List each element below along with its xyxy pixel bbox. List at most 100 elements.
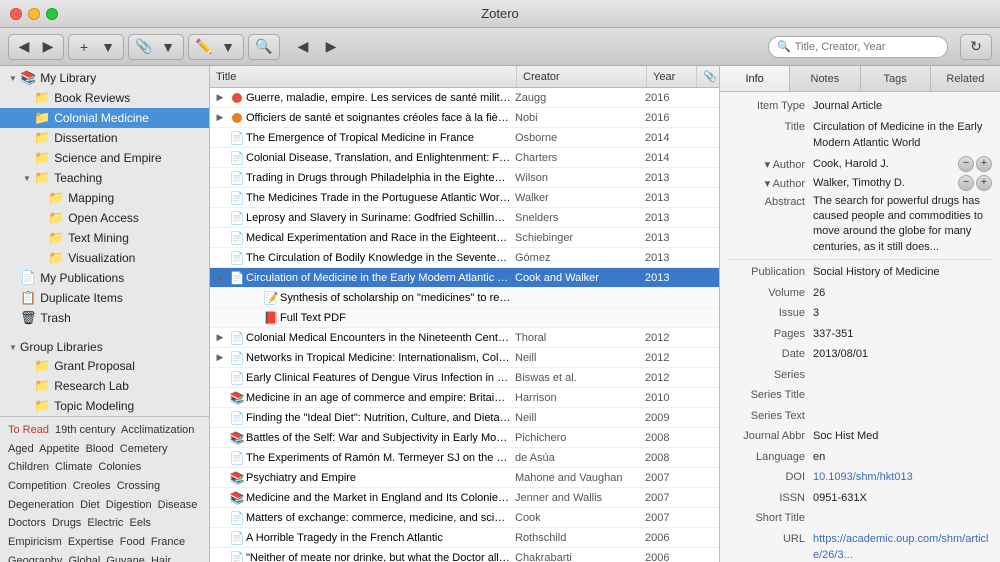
tag[interactable]: Drugs (52, 517, 81, 529)
author-remove-button[interactable]: − (958, 156, 974, 172)
title-value[interactable]: Circulation of Medicine in the Early Mod… (813, 119, 992, 152)
table-row[interactable]: 📄 Finding the "Ideal Diet": Nutrition, C… (210, 408, 719, 428)
sidebar-item-science-empire[interactable]: 📁 Science and Empire (0, 148, 209, 168)
col-header-creator[interactable]: Creator (517, 66, 647, 87)
tag[interactable]: Disease (158, 499, 198, 511)
abstract-value[interactable]: The search for powerful drugs has caused… (813, 194, 992, 256)
sidebar-item-mapping[interactable]: 📁 Mapping (0, 188, 209, 208)
table-row[interactable]: 📄 Medical Experimentation and Race in th… (210, 228, 719, 248)
doi-value[interactable]: 10.1093/shm/hkt013 (813, 469, 992, 486)
close-button[interactable] (10, 8, 22, 20)
table-row[interactable]: 📄 Matters of exchange: commerce, medicin… (210, 508, 719, 528)
sync-button[interactable]: ↻ (965, 36, 987, 58)
tag[interactable]: Acclimatization (121, 424, 194, 436)
sidebar-item-trash[interactable]: 🗑 Trash (0, 308, 209, 328)
expand-arrow[interactable]: ▶ (212, 352, 228, 363)
table-row[interactable]: 📄 "Neither of meate nor drinke, but what… (210, 548, 719, 562)
back-button[interactable]: ◀ (13, 36, 35, 58)
table-row[interactable]: 📚 Battles of the Self: War and Subjectiv… (210, 428, 719, 448)
table-row[interactable]: 📄 The Emergence of Tropical Medicine in … (210, 128, 719, 148)
tag[interactable]: Empiricism (8, 536, 62, 548)
search-box[interactable]: 🔍 (768, 36, 948, 58)
sidebar-item-colonial-medicine[interactable]: 📁 Colonial Medicine (0, 108, 209, 128)
add-attachment-button[interactable]: 📎 (133, 36, 155, 58)
tag[interactable]: Food (120, 536, 145, 548)
table-row[interactable]: 📄 The Medicines Trade in the Portuguese … (210, 188, 719, 208)
pages-value[interactable]: 337-351 (813, 326, 992, 343)
table-row[interactable]: ▶ Guerre, maladie, empire. Les services … (210, 88, 719, 108)
table-row[interactable]: 📄 Early Clinical Features of Dengue Viru… (210, 368, 719, 388)
sidebar-item-grant-proposal[interactable]: 📁 Grant Proposal (0, 356, 209, 376)
tag[interactable]: Global (69, 555, 101, 562)
expand-arrow[interactable]: ▶ (212, 112, 228, 123)
tag[interactable]: France (151, 536, 185, 548)
sidebar-item-my-library[interactable]: ▼ 📚 My Library (0, 68, 209, 88)
forward-button[interactable]: ▶ (37, 36, 59, 58)
tag[interactable]: Aged (8, 443, 34, 455)
volume-value[interactable]: 26 (813, 285, 992, 302)
author-remove-button[interactable]: − (958, 175, 974, 191)
publication-value[interactable]: Social History of Medicine (813, 264, 992, 281)
table-row-selected[interactable]: ▼ 📄 Circulation of Medicine in the Early… (210, 268, 719, 288)
tag[interactable]: Appetite (39, 443, 79, 455)
sidebar-group-libraries[interactable]: ▼ Group Libraries (0, 338, 209, 356)
sidebar-item-book-reviews[interactable]: 📁 Book Reviews (0, 88, 209, 108)
author-add-button[interactable]: + (976, 175, 992, 191)
tag[interactable]: 19th century (55, 424, 116, 436)
tag[interactable]: Creoles (73, 480, 111, 492)
new-item-dropdown[interactable]: ▼ (97, 36, 119, 58)
issue-value[interactable]: 3 (813, 305, 992, 322)
journal-abbr-value[interactable]: Soc Hist Med (813, 428, 992, 445)
tag[interactable]: Competition (8, 480, 67, 492)
table-row[interactable]: 📚 Psychiatry and Empire Mahone and Vaugh… (210, 468, 719, 488)
expand-arrow[interactable]: ▶ (212, 92, 228, 103)
table-row-child[interactable]: 📕 Full Text PDF (210, 308, 719, 328)
right-arrow[interactable]: ▶ (320, 36, 342, 58)
sidebar-item-dissertation[interactable]: 📁 Dissertation (0, 128, 209, 148)
tag[interactable]: Children (8, 461, 49, 473)
table-row[interactable]: 📚 Medicine in an age of commerce and emp… (210, 388, 719, 408)
table-row[interactable]: 📄 Colonial Disease, Translation, and Enl… (210, 148, 719, 168)
tag[interactable]: Digestion (106, 499, 152, 511)
tag[interactable]: Hair (151, 555, 171, 562)
sidebar-item-my-publications[interactable]: 📄 My Publications (0, 268, 209, 288)
tag[interactable]: Expertise (68, 536, 114, 548)
table-row[interactable]: ▶ Officiers de santé et soignantes créol… (210, 108, 719, 128)
item-type-value[interactable]: Journal Article (813, 98, 992, 115)
sidebar-item-duplicate-items[interactable]: 📋 Duplicate Items (0, 288, 209, 308)
table-row[interactable]: ▶ 📄 Colonial Medical Encounters in the N… (210, 328, 719, 348)
author-name[interactable]: Walker, Timothy D. (813, 177, 905, 189)
tag[interactable]: Blood (86, 443, 114, 455)
tag[interactable]: Geography (8, 555, 62, 562)
search-input[interactable] (795, 41, 939, 53)
expand-arrow[interactable]: ▼ (212, 273, 228, 283)
minimize-button[interactable] (28, 8, 40, 20)
table-row[interactable]: 📄 The Circulation of Bodily Knowledge in… (210, 248, 719, 268)
maximize-button[interactable] (46, 8, 58, 20)
add-dropdown[interactable]: ▼ (157, 36, 179, 58)
tab-related[interactable]: Related (931, 66, 1000, 91)
author-add-button[interactable]: + (976, 156, 992, 172)
language-value[interactable]: en (813, 449, 992, 466)
tag-to-read[interactable]: To Read (8, 424, 49, 436)
left-arrow[interactable]: ◀ (292, 36, 314, 58)
tag[interactable]: Cemetery (120, 443, 168, 455)
table-row[interactable]: 📄 Leprosy and Slavery in Suriname: Godfr… (210, 208, 719, 228)
table-row[interactable]: 📚 Medicine and the Market in England and… (210, 488, 719, 508)
sidebar-item-text-mining[interactable]: 📁 Text Mining (0, 228, 209, 248)
new-item-button[interactable]: + (73, 36, 95, 58)
locate-button[interactable]: 🔍 (253, 36, 275, 58)
tools-button[interactable]: ✏️ (193, 36, 215, 58)
tab-tags[interactable]: Tags (861, 66, 931, 91)
tag[interactable]: Electric (87, 517, 123, 529)
tag[interactable]: Climate (55, 461, 92, 473)
tab-notes[interactable]: Notes (790, 66, 860, 91)
col-header-title[interactable]: Title (210, 66, 517, 87)
table-row[interactable]: ▶ 📄 Networks in Tropical Medicine: Inter… (210, 348, 719, 368)
sidebar-item-topic-modeling[interactable]: 📁 Topic Modeling (0, 396, 209, 416)
tag[interactable]: Degeneration (8, 499, 74, 511)
tab-info[interactable]: Info (720, 66, 790, 91)
tag[interactable]: Guyane (106, 555, 145, 562)
author-name[interactable]: Cook, Harold J. (813, 158, 889, 170)
sidebar-item-open-access[interactable]: 📁 Open Access (0, 208, 209, 228)
